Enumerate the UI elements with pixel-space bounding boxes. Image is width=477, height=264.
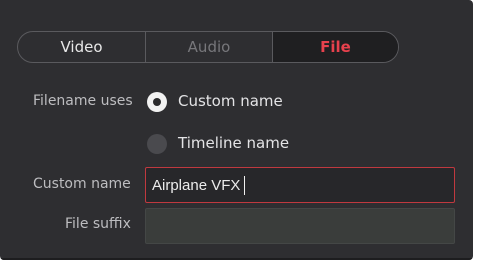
custom-name-input[interactable] bbox=[145, 167, 455, 203]
file-suffix-label: File suffix bbox=[65, 216, 131, 232]
filename-uses-label: Filename uses bbox=[33, 93, 133, 109]
timeline-name-radio[interactable] bbox=[147, 134, 167, 154]
render-settings-panel: Video Audio File Filename uses Custom na… bbox=[0, 0, 473, 260]
tab-video[interactable]: Video bbox=[18, 32, 146, 62]
custom-name-radio[interactable] bbox=[147, 92, 167, 112]
text-caret bbox=[244, 176, 245, 195]
file-suffix-input[interactable] bbox=[145, 208, 455, 244]
custom-name-option-label[interactable]: Custom name bbox=[178, 92, 283, 110]
custom-name-label: Custom name bbox=[33, 176, 131, 192]
timeline-name-option-label[interactable]: Timeline name bbox=[178, 134, 289, 152]
tab-group: Video Audio File bbox=[17, 31, 399, 63]
tab-file[interactable]: File bbox=[273, 32, 398, 62]
tab-audio[interactable]: Audio bbox=[146, 32, 273, 62]
radio-selected-dot bbox=[153, 98, 161, 106]
panel-divider bbox=[0, 258, 473, 260]
